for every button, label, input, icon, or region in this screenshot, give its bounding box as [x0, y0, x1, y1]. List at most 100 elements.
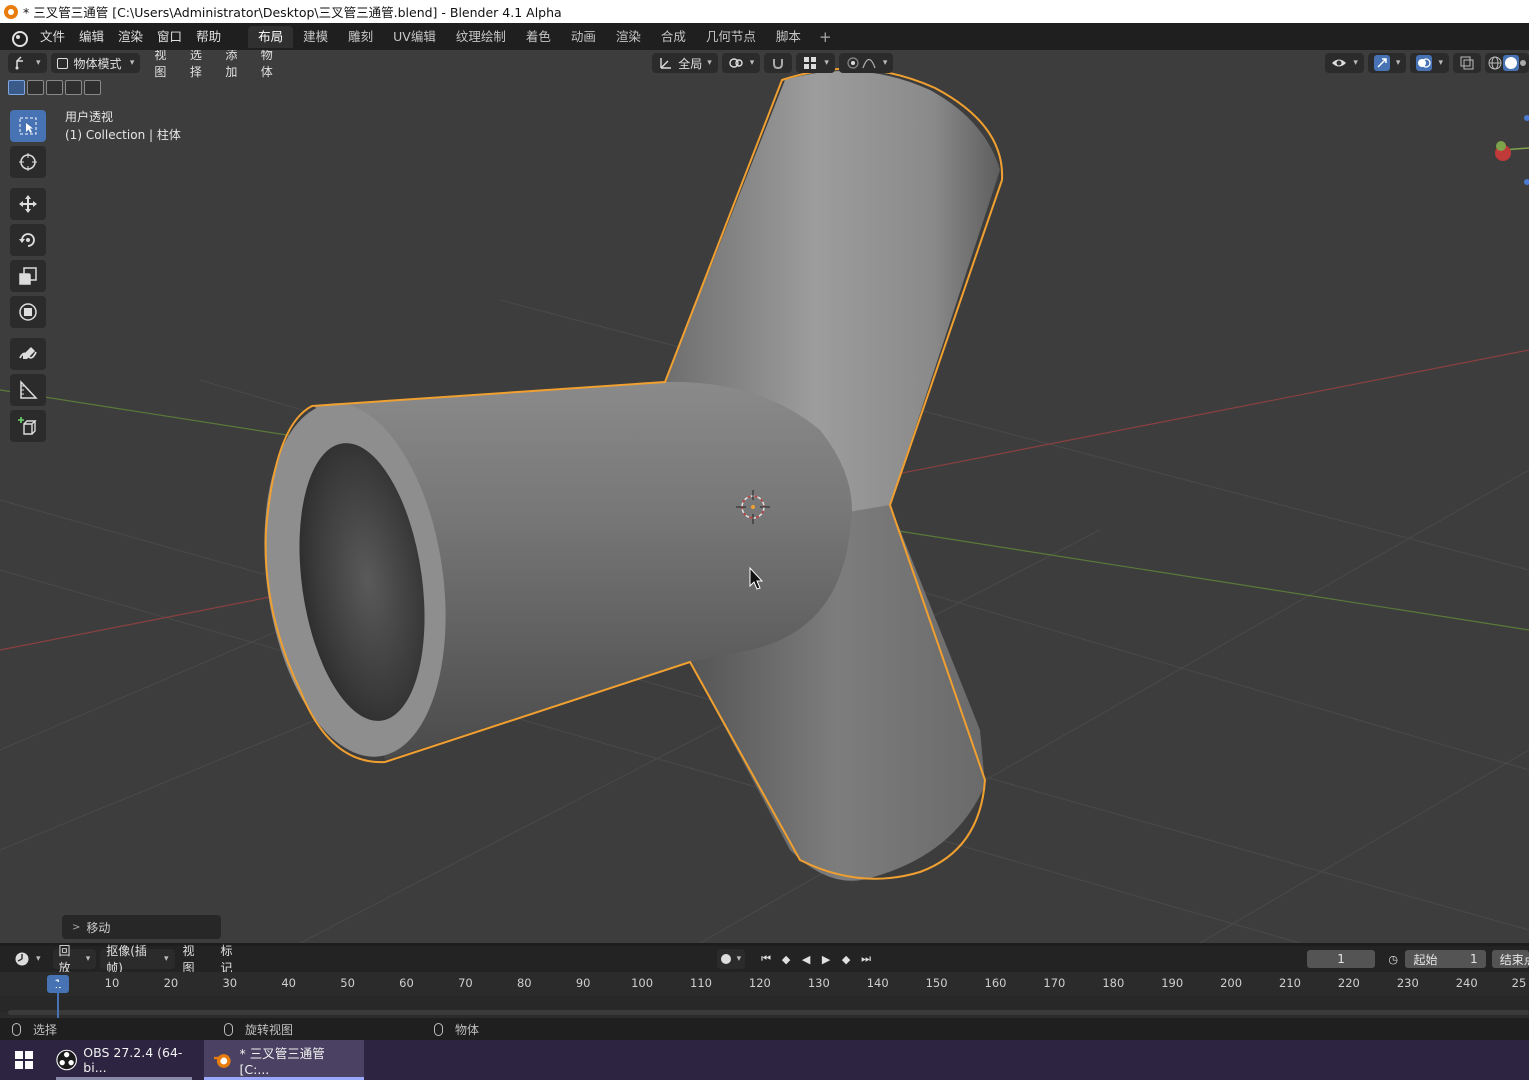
transform-orientation-dropdown[interactable]: 全局 ▾ — [652, 53, 718, 73]
snap-grid-icon — [804, 57, 817, 69]
prev-keyframe-icon[interactable]: ◆ — [777, 950, 795, 968]
timeline-tick-label: 180 — [1102, 976, 1125, 990]
tool-select-box[interactable] — [10, 110, 46, 142]
menu-help[interactable]: 帮助 — [189, 23, 228, 50]
tab-geometry-nodes[interactable]: 几何节点 — [696, 26, 766, 48]
timeline-ruler[interactable]: 1102030405060708090100110120130140150160… — [0, 972, 1529, 996]
taskbar-app-blender[interactable]: * 三叉管三通管 [C:... — [204, 1040, 364, 1080]
tool-shelf — [10, 110, 47, 446]
tool-annotate[interactable] — [10, 338, 46, 370]
tool-rotate[interactable] — [10, 224, 46, 256]
blender-app-icon — [4, 4, 18, 19]
tab-sculpting[interactable]: 雕刻 — [338, 26, 383, 48]
gizmo-y-axis-icon[interactable] — [1496, 141, 1506, 151]
timeline-editor-type[interactable]: ▾ — [8, 949, 47, 969]
menu-render[interactable]: 渲染 — [111, 23, 150, 50]
tab-rendering[interactable]: 渲染 — [606, 26, 651, 48]
timeline-tick-label: 10 — [104, 976, 120, 990]
tab-modeling[interactable]: 建模 — [293, 26, 338, 48]
viewport-menu-view[interactable]: 视图 — [146, 50, 181, 80]
tab-uv-editing[interactable]: UV编辑 — [383, 26, 446, 48]
pipe-object[interactable] — [243, 67, 1004, 881]
os-taskbar: OBS 27.2.4 (64-bi... * 三叉管三通管 [C:... — [0, 1040, 1529, 1080]
select-mode-intersect[interactable] — [84, 80, 101, 95]
blender-icon — [213, 1054, 231, 1068]
tab-layout[interactable]: 布局 — [248, 25, 294, 48]
auto-keying-toggle[interactable]: ▾ — [716, 949, 746, 969]
menu-edit[interactable]: 编辑 — [72, 23, 111, 50]
workspace-tabs: 布局 建模 雕刻 UV编辑 纹理绘制 着色 动画 渲染 合成 几何节点 脚本 + — [248, 23, 839, 50]
proportional-edit-toggle[interactable]: ▾ — [838, 53, 894, 73]
select-mode-extend[interactable] — [27, 80, 44, 95]
next-keyframe-icon[interactable]: ◆ — [837, 950, 855, 968]
end-frame-field[interactable]: 结束点 — [1491, 950, 1529, 968]
viewport-menu-object[interactable]: 物体 — [253, 50, 288, 80]
select-mode-subtract[interactable] — [46, 80, 63, 95]
collection-info-label: (1) Collection | 柱体 — [65, 128, 181, 142]
magnet-icon — [773, 59, 784, 70]
tab-animation[interactable]: 动画 — [561, 26, 606, 48]
timeline-header: ▾ 回放 ▾ 抠像(插帧) ▾ 视图 标记 ▾ ⏮ ◆ ◀ ▶ ◆ ⏭ 1 ◷ 起始… — [0, 944, 1529, 975]
tool-scale[interactable] — [10, 260, 46, 292]
jump-end-icon[interactable]: ⏭ — [857, 950, 875, 968]
last-operator-panel[interactable]: > 移动 — [62, 915, 221, 939]
viewport-info-overlay: 用户透视 (1) Collection | 柱体 — [65, 108, 181, 144]
pivot-point-dropdown[interactable]: ▾ — [721, 53, 761, 73]
editor-type-button[interactable]: ▾ — [8, 53, 47, 73]
visibility-dropdown[interactable]: ▾ — [1325, 53, 1364, 73]
material-shading-icon[interactable] — [1519, 55, 1527, 71]
status-rotate-view: 旋转视图 — [224, 1021, 293, 1038]
tool-add-cube[interactable] — [10, 410, 46, 442]
taskbar-app-obs[interactable]: OBS 27.2.4 (64-bi... — [48, 1040, 200, 1080]
snap-toggle[interactable] — [764, 53, 793, 73]
add-workspace-button[interactable]: + — [811, 28, 840, 46]
tab-texture-paint[interactable]: 纹理绘制 — [446, 26, 516, 48]
tool-transform[interactable] — [10, 296, 46, 328]
mode-dropdown[interactable]: 物体模式 ▾ — [50, 53, 141, 73]
timeline-tick-label: 150 — [925, 976, 948, 990]
gizmo-toggle[interactable]: ▾ — [1367, 53, 1407, 73]
playhead-line[interactable] — [57, 982, 59, 1018]
stopwatch-icon[interactable]: ◷ — [1385, 950, 1402, 968]
keying-dropdown[interactable]: 抠像(插帧) ▾ — [100, 944, 175, 975]
3d-viewport[interactable]: ▾ 物体模式 ▾ 视图 选择 添加 物体 全局 ▾ ▾ ▾ ▾ ▾ ▾ ▾ 用户… — [0, 50, 1529, 943]
wireframe-shading-icon[interactable] — [1487, 55, 1503, 71]
jump-start-icon[interactable]: ⏮ — [757, 950, 775, 968]
tab-compositing[interactable]: 合成 — [651, 26, 696, 48]
timeline-tick-label: 140 — [866, 976, 889, 990]
play-icon[interactable]: ▶ — [817, 950, 835, 968]
tab-shading[interactable]: 着色 — [516, 26, 561, 48]
tool-cursor[interactable] — [10, 146, 46, 178]
blender-menu-icon[interactable] — [9, 28, 28, 47]
timeline-menu-marker[interactable]: 标记 — [213, 942, 251, 976]
overlays-toggle[interactable]: ▾ — [1410, 53, 1449, 73]
start-button[interactable] — [0, 1040, 48, 1080]
playback-dropdown[interactable]: 回放 ▾ — [52, 944, 97, 975]
timeline-scrollbar[interactable] — [8, 1010, 1529, 1015]
current-frame-field[interactable]: 1 — [1307, 950, 1375, 968]
snap-target-dropdown[interactable]: ▾ — [796, 53, 835, 73]
gizmo-z-axis-icon[interactable] — [1524, 115, 1529, 121]
solid-shading-icon[interactable] — [1502, 55, 1519, 71]
expand-chevron-icon: > — [72, 921, 81, 933]
tool-move[interactable] — [10, 188, 46, 220]
menu-file[interactable]: 文件 — [33, 23, 72, 50]
timeline-tick-label: 20 — [163, 976, 179, 990]
tool-measure[interactable] — [10, 374, 46, 406]
timeline-tick-label: 60 — [399, 976, 414, 990]
viewport-menu-add[interactable]: 添加 — [217, 50, 252, 80]
timeline-tick-label: 25 — [1511, 976, 1527, 990]
select-mode-invert[interactable] — [65, 80, 82, 95]
timeline-tick-label: 30 — [222, 976, 238, 990]
play-reverse-icon[interactable]: ◀ — [797, 950, 815, 968]
menu-window[interactable]: 窗口 — [150, 23, 189, 50]
viewport-menu-select[interactable]: 选择 — [182, 50, 217, 80]
timeline-tick-label: 70 — [458, 976, 473, 990]
start-frame-field[interactable]: 起始 1 — [1405, 950, 1486, 968]
timeline-menu-view[interactable]: 视图 — [175, 942, 213, 976]
navigation-gizmo[interactable] — [1489, 108, 1529, 218]
select-mode-new[interactable] — [8, 80, 25, 95]
xray-toggle[interactable] — [1452, 53, 1481, 73]
tab-scripting[interactable]: 脚本 — [766, 26, 811, 48]
shading-modes[interactable] — [1484, 53, 1529, 73]
